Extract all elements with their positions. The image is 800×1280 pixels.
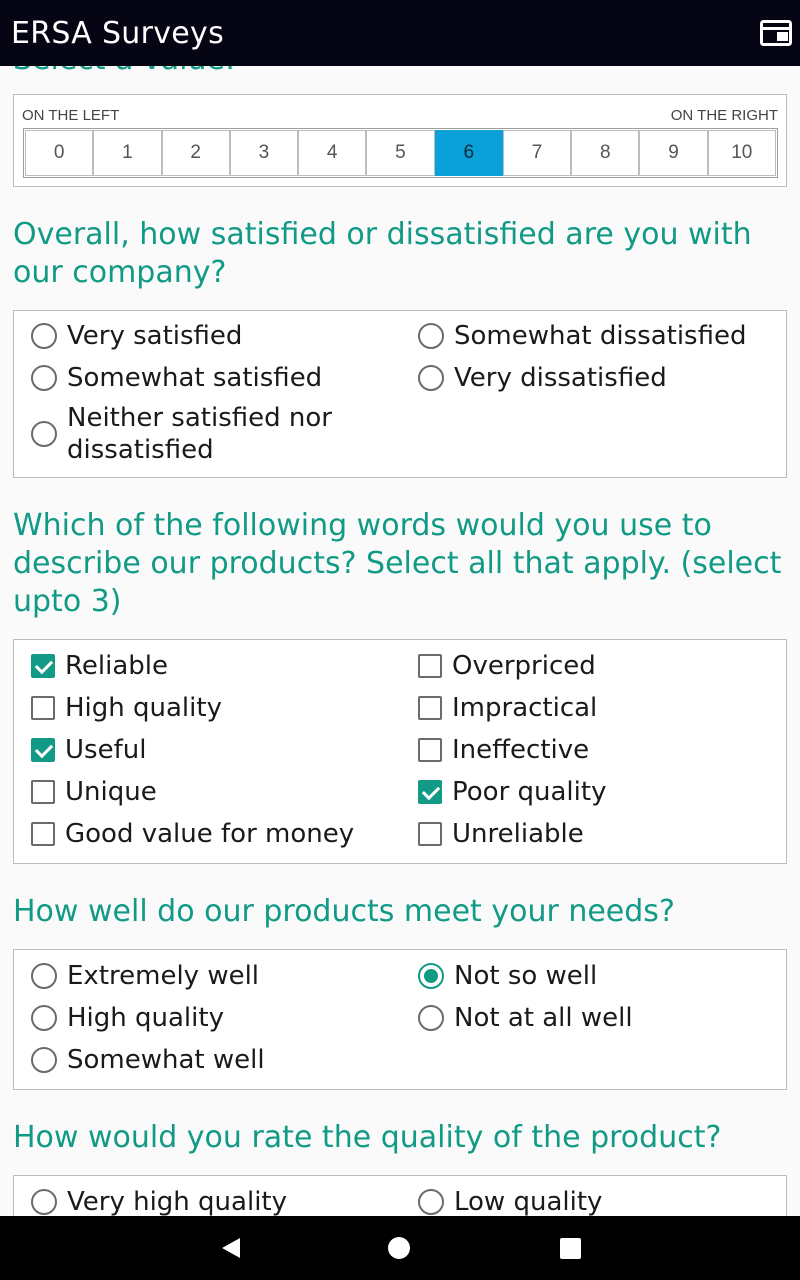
radio-selected-icon[interactable] [418, 963, 444, 989]
scale-option-2[interactable]: 2 [161, 130, 230, 176]
radio-option[interactable]: Somewhat well [31, 1044, 265, 1076]
checkbox-option[interactable]: Reliable [31, 650, 168, 682]
radio-icon[interactable] [31, 1047, 57, 1073]
radio-icon[interactable] [418, 1189, 444, 1215]
checkbox-option[interactable]: Poor quality [418, 776, 606, 808]
checkbox-option[interactable]: Good value for money [31, 818, 354, 850]
product-words-options: Reliable High quality Useful Unique Good… [13, 639, 787, 864]
radio-icon[interactable] [31, 963, 57, 989]
radio-icon[interactable] [31, 365, 57, 391]
scale-option-9[interactable]: 9 [639, 130, 708, 176]
scale-question: ON THE LEFT ON THE RIGHT 0 1 2 3 4 5 6 7 8 9 10 [13, 94, 787, 187]
radio-icon[interactable] [31, 1005, 57, 1031]
scale-option-5[interactable]: 5 [366, 130, 435, 176]
app-bar: ERSA Surveys [0, 0, 800, 66]
radio-option[interactable]: Extremely well [31, 960, 259, 992]
system-nav-bar [0, 1216, 800, 1280]
radio-option[interactable]: Somewhat satisfied [31, 362, 322, 394]
checkbox-icon[interactable] [418, 654, 442, 678]
scale-option-1[interactable]: 1 [93, 130, 162, 176]
checkbox-checked-icon[interactable] [418, 780, 442, 804]
scale-left-label: ON THE LEFT [22, 107, 120, 124]
radio-icon[interactable] [31, 323, 57, 349]
home-icon[interactable] [387, 1236, 411, 1260]
radio-option[interactable]: Very satisfied [31, 320, 242, 352]
needs-options: Extremely well High quality Somewhat wel… [13, 949, 787, 1090]
app-title: ERSA Surveys [11, 15, 225, 51]
window-icon[interactable] [760, 20, 792, 46]
checkbox-icon[interactable] [418, 738, 442, 762]
checkbox-option[interactable]: Useful [31, 734, 146, 766]
radio-option[interactable]: Very high quality [31, 1186, 287, 1216]
checkbox-option[interactable]: Ineffective [418, 734, 589, 766]
checkbox-option[interactable]: High quality [31, 692, 222, 724]
scale-option-8[interactable]: 8 [571, 130, 640, 176]
checkbox-icon[interactable] [31, 780, 55, 804]
radio-option[interactable]: Not so well [418, 960, 597, 992]
radio-icon[interactable] [418, 1005, 444, 1031]
radio-icon[interactable] [418, 323, 444, 349]
back-icon[interactable] [219, 1236, 243, 1260]
radio-option[interactable]: High quality [31, 1002, 224, 1034]
radio-option[interactable]: Very dissatisfied [418, 362, 667, 394]
radio-icon[interactable] [31, 1189, 57, 1215]
scale-option-7[interactable]: 7 [502, 130, 572, 176]
scale-options: 0 1 2 3 4 5 6 7 8 9 10 [23, 128, 778, 178]
scale-option-0[interactable]: 0 [25, 130, 94, 176]
checkbox-option[interactable]: Unreliable [418, 818, 584, 850]
quality-options: Very high quality Low quality [13, 1175, 787, 1216]
question-needs: How well do our products meet your needs… [13, 894, 675, 929]
scale-option-6[interactable]: 6 [434, 130, 503, 176]
checkbox-option[interactable]: Impractical [418, 692, 597, 724]
radio-icon[interactable] [31, 421, 57, 447]
radio-option[interactable]: Low quality [418, 1186, 602, 1216]
recents-icon[interactable] [560, 1238, 581, 1259]
checkbox-icon[interactable] [418, 696, 442, 720]
question-product-words: Which of the following words would you u… [13, 508, 782, 619]
checkbox-checked-icon[interactable] [31, 738, 55, 762]
scale-question-title: Select a value: [13, 66, 235, 77]
survey-content[interactable]: Select a value: ON THE LEFT ON THE RIGHT… [0, 66, 800, 1216]
checkbox-option[interactable]: Overpriced [418, 650, 596, 682]
scale-option-4[interactable]: 4 [298, 130, 367, 176]
checkbox-icon[interactable] [31, 696, 55, 720]
scale-option-10[interactable]: 10 [707, 130, 776, 176]
scale-option-3[interactable]: 3 [229, 130, 299, 176]
checkbox-option[interactable]: Unique [31, 776, 157, 808]
scale-right-label: ON THE RIGHT [670, 107, 778, 124]
radio-icon[interactable] [418, 365, 444, 391]
radio-option[interactable]: Somewhat dissatisfied [418, 320, 746, 352]
satisfaction-options: Very satisfied Somewhat satisfied Neithe… [13, 310, 787, 478]
question-quality: How would you rate the quality of the pr… [13, 1120, 722, 1155]
checkbox-icon[interactable] [418, 822, 442, 846]
question-satisfaction: Overall, how satisfied or dissatisfied a… [13, 217, 752, 290]
radio-option[interactable]: Not at all well [418, 1002, 633, 1034]
radio-option[interactable]: Neither satisfied nor dissatisfied [31, 402, 341, 466]
checkbox-checked-icon[interactable] [31, 654, 55, 678]
checkbox-icon[interactable] [31, 822, 55, 846]
